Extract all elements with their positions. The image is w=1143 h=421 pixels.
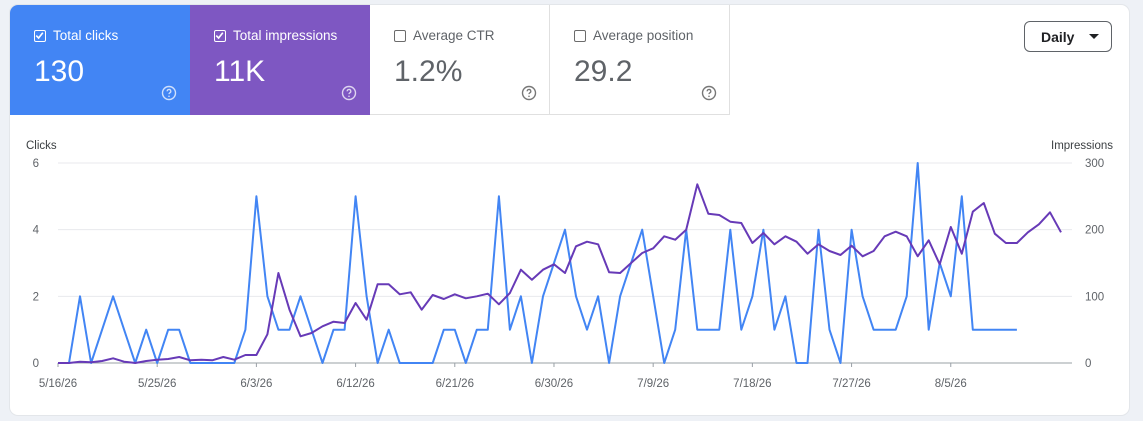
right-tick-label: 200 — [1085, 225, 1104, 237]
left-axis-title: Clicks — [26, 140, 57, 152]
clicks-series-line — [58, 162, 1017, 364]
right-axis-title: Impressions — [1051, 140, 1113, 152]
right-tick-label: 100 — [1085, 291, 1104, 303]
right-tick-label: 0 — [1085, 358, 1091, 370]
right-tick-label: 300 — [1085, 158, 1104, 170]
x-tick-label: 6/3/26 — [240, 378, 272, 390]
left-tick-label: 0 — [33, 358, 39, 370]
x-tick-label: 7/18/26 — [733, 378, 771, 390]
performance-card: Total clicks 130 Total impressions 11K A… — [10, 5, 1129, 415]
performance-chart: Clicks Impressions 0 2 4 6 0 100 200 300 5/16/26 5/… — [26, 140, 1113, 390]
impressions-series-line — [58, 183, 1062, 364]
x-tick-label: 5/16/26 — [39, 378, 77, 390]
left-tick-label: 4 — [33, 225, 40, 237]
x-tick-label: 5/25/26 — [138, 378, 176, 390]
x-tick-label: 6/12/26 — [336, 378, 374, 390]
left-tick-label: 6 — [33, 158, 39, 170]
x-tick-label: 6/30/26 — [535, 378, 573, 390]
x-tick-label: 7/9/26 — [637, 378, 669, 390]
x-tick-label: 7/27/26 — [832, 378, 870, 390]
left-tick-label: 2 — [33, 291, 39, 303]
x-tick-label: 6/21/26 — [436, 378, 474, 390]
x-tick-label: 8/5/26 — [935, 378, 967, 390]
